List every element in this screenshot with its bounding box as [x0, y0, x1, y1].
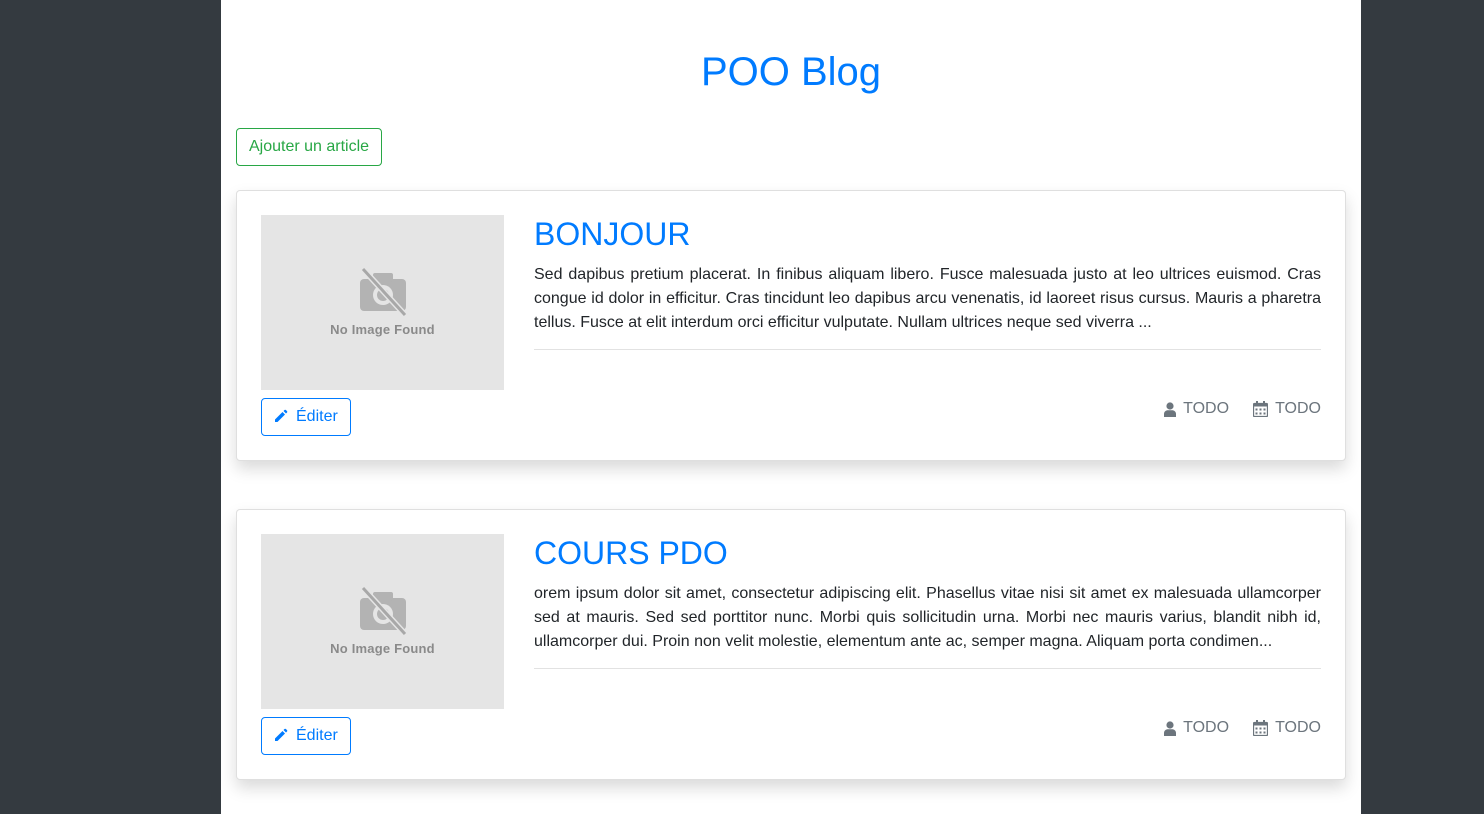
author-name: TODO: [1183, 719, 1230, 736]
article-image-placeholder: No Image Found: [261, 534, 504, 709]
divider: [534, 349, 1321, 350]
article-title[interactable]: COURS PDO: [534, 534, 728, 572]
user-icon: [1164, 720, 1177, 736]
page-title: POO Blog: [700, 50, 882, 94]
calendar-icon: [1253, 401, 1269, 417]
pencil-icon: [275, 728, 288, 741]
article-meta: TODO TODO: [1164, 399, 1321, 419]
no-image-icon: [360, 266, 408, 317]
user-icon: [1164, 401, 1177, 417]
add-article-button[interactable]: Ajouter un article: [236, 128, 383, 166]
date-meta: TODO: [1253, 718, 1321, 738]
edit-label: Éditer: [296, 727, 338, 744]
date-meta: TODO: [1253, 399, 1321, 419]
no-image-label: No Image Found: [330, 641, 435, 656]
pencil-icon: [275, 409, 288, 422]
article-date: TODO: [1275, 719, 1321, 736]
author-name: TODO: [1183, 400, 1230, 417]
author-meta: TODO: [1164, 399, 1229, 419]
calendar-icon: [1253, 720, 1269, 736]
article-meta: TODO TODO: [1164, 718, 1321, 738]
main-container: POO Blog Ajouter un article No Image Fou…: [221, 0, 1361, 814]
article-title[interactable]: BONJOUR: [534, 215, 690, 253]
article-excerpt: orem ipsum dolor sit amet, consectetur a…: [534, 585, 1321, 650]
article-card: No Image Found Éditer BONJOUR Sed dapibu…: [236, 190, 1346, 461]
edit-article-button[interactable]: Éditer: [261, 717, 351, 755]
divider: [534, 668, 1321, 669]
no-image-label: No Image Found: [330, 322, 435, 337]
no-image-icon: [360, 585, 408, 636]
article-date: TODO: [1275, 400, 1321, 417]
article-excerpt: Sed dapibus pretium placerat. In finibus…: [534, 266, 1321, 331]
article-card: No Image Found Éditer COURS PDO orem ips…: [236, 509, 1346, 780]
article-image-placeholder: No Image Found: [261, 215, 504, 390]
edit-label: Éditer: [296, 408, 338, 425]
edit-article-button[interactable]: Éditer: [261, 398, 351, 436]
author-meta: TODO: [1164, 718, 1229, 738]
